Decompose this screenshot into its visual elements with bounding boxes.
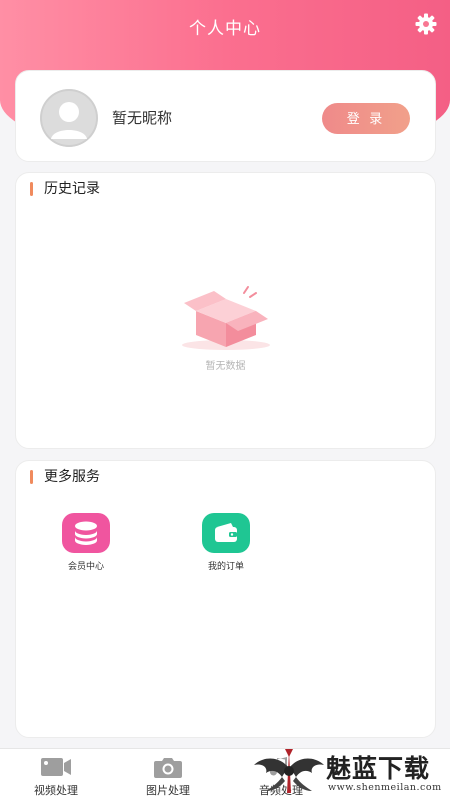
gear-icon[interactable] <box>414 12 438 36</box>
service-label: 会员中心 <box>67 562 104 572</box>
history-card: 历史记录 暂无数据 <box>15 172 436 449</box>
tab-image-processing[interactable]: 图片处理 <box>123 755 213 798</box>
wallet-icon <box>202 513 250 553</box>
service-item-member-center[interactable]: 会员中心 <box>51 513 121 572</box>
nickname-label: 暂无昵称 <box>112 109 173 127</box>
service-item-my-orders[interactable]: 我的订单 <box>191 513 261 572</box>
page-title: 个人中心 <box>189 19 261 39</box>
service-label: 我的订单 <box>207 562 244 572</box>
empty-box-icon <box>176 283 276 353</box>
history-title: 历史记录 <box>30 180 100 198</box>
tab-label: 图片处理 <box>146 784 190 797</box>
services-title: 更多服务 <box>30 468 100 486</box>
services-card: 更多服务 会员中心 我的订单 <box>15 460 436 738</box>
login-button[interactable]: 登 录 <box>322 103 410 134</box>
watermark-url: www.shenmeilan.com <box>328 782 442 793</box>
coins-icon <box>62 513 110 553</box>
dragon-logo-icon <box>254 749 324 793</box>
tab-label: 视频处理 <box>34 784 78 797</box>
watermark-name: 魅蓝下载 <box>326 754 431 783</box>
tab-video-processing[interactable]: 视频处理 <box>11 755 101 798</box>
empty-text: 暂无数据 <box>205 361 246 372</box>
avatar-icon[interactable] <box>40 89 98 147</box>
watermark-logo: 魅蓝下载 www.shenmeilan.com <box>252 745 448 800</box>
video-camera-icon <box>40 755 72 779</box>
profile-card: 暂无昵称 登 录 <box>15 70 436 162</box>
camera-icon <box>152 755 184 779</box>
